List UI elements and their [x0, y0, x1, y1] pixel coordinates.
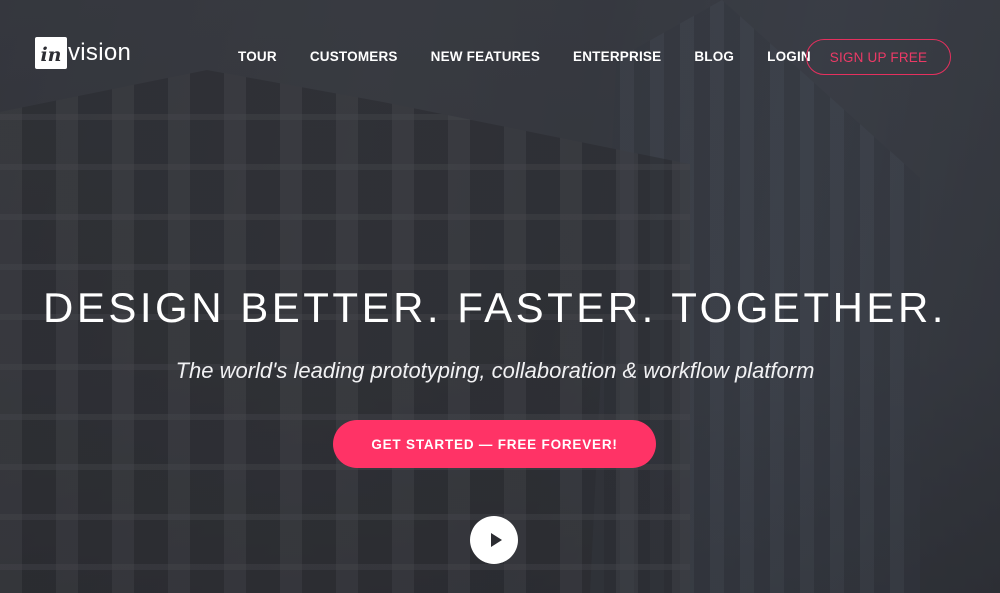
hero-headline: DESIGN BETTER. FASTER. TOGETHER.: [43, 284, 947, 331]
logo-mark: in: [35, 37, 67, 69]
logo-wordmark: vision: [68, 39, 132, 66]
play-video-button[interactable]: [470, 516, 518, 564]
nav-tour[interactable]: TOUR: [238, 49, 277, 64]
nav-blog[interactable]: BLOG: [694, 49, 734, 64]
play-icon: [490, 533, 502, 547]
hero-subheadline: The world's leading prototyping, collabo…: [175, 358, 815, 383]
invision-logo[interactable]: in vision: [35, 37, 131, 69]
get-started-button[interactable]: GET STARTED — FREE FOREVER!: [333, 420, 656, 468]
sign-up-free-button[interactable]: SIGN UP FREE: [806, 39, 951, 75]
nav-enterprise[interactable]: ENTERPRISE: [573, 49, 661, 64]
nav-login[interactable]: LOGIN: [767, 49, 811, 64]
site-header: in vision TOUR CUSTOMERS NEW FEATURES EN…: [0, 0, 1000, 115]
main-nav: TOUR CUSTOMERS NEW FEATURES ENTERPRISE B…: [238, 49, 844, 64]
nav-new-features[interactable]: NEW FEATURES: [431, 49, 540, 64]
nav-customers[interactable]: CUSTOMERS: [310, 49, 398, 64]
